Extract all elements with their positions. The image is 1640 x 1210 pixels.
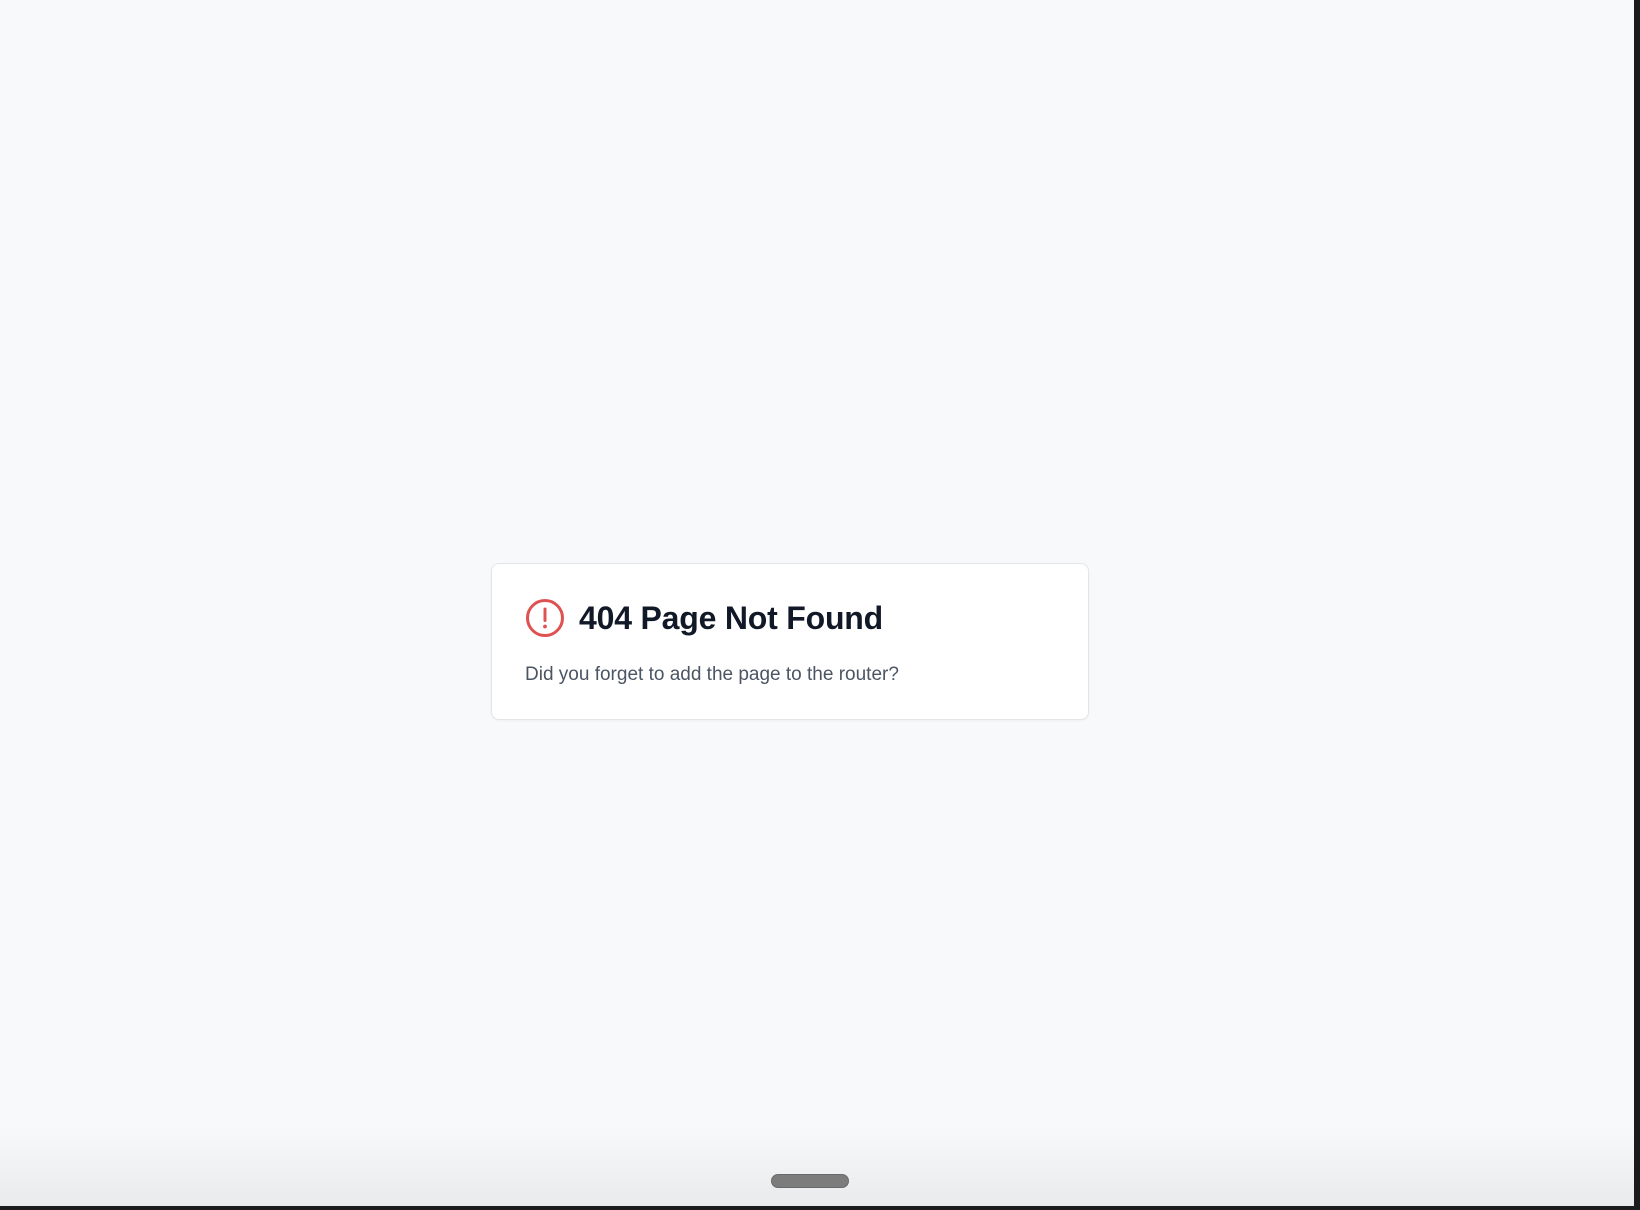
error-message: Did you forget to add the page to the ro… [525, 664, 899, 685]
page-title: 404 Page Not Found [579, 600, 883, 636]
app-viewport: 404 Page Not Found Did you forget to add… [0, 0, 1634, 1206]
card-header: 404 Page Not Found [525, 598, 883, 638]
window-edge-bottom [0, 1206, 1640, 1210]
alert-circle-icon [526, 599, 564, 637]
bottom-fade [0, 1126, 1634, 1206]
window-edge-right [1634, 0, 1640, 1210]
not-found-card: 404 Page Not Found Did you forget to add… [491, 563, 1089, 720]
home-indicator-handle[interactable] [771, 1174, 849, 1188]
